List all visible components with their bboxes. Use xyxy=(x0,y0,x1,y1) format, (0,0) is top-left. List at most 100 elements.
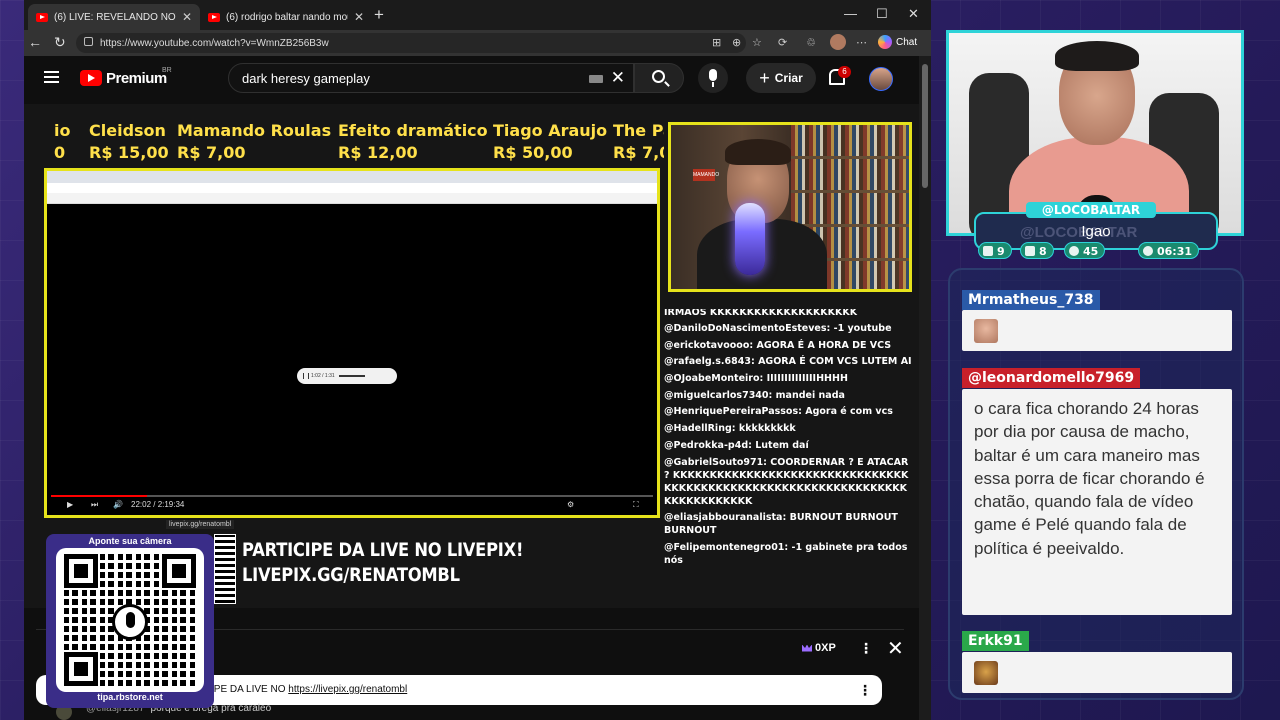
next-icon: ⏭ xyxy=(91,500,99,509)
chat-message: @HenriquePereiraPassos: Agora é com vcs xyxy=(664,406,893,418)
chat-menu-icon[interactable]: ⋮ xyxy=(859,640,873,657)
crown-icon xyxy=(802,644,812,652)
volume-icon: 🔊 xyxy=(113,500,123,509)
close-tab-icon[interactable]: ✕ xyxy=(354,10,364,24)
audio-time: 1:02 / 1:31 xyxy=(311,373,335,379)
chat-message: @DaniloDoNascimentoEsteves: -1 youtube xyxy=(664,323,892,334)
create-label: Criar xyxy=(774,71,803,85)
plus-icon: + xyxy=(759,67,770,88)
qr-url: tipa.rbstore.net xyxy=(97,692,163,702)
video-player[interactable]: io 0 Cleidson R$ 15,00 Mamando Roulas R$ 7,… xyxy=(24,104,919,608)
chat-message: @rafaelg.s.6843: AGORA É COM VCS LUTEM A… xyxy=(664,356,912,368)
chat-username: Mrmatheus_738 xyxy=(962,290,1100,310)
clock-icon xyxy=(1143,246,1153,256)
donor-item: Cleidson R$ 15,00 xyxy=(89,121,169,162)
chat-message: @eliasjabbouranalista: BURNOUT BURNOUT B… xyxy=(664,512,898,537)
pinned-menu-icon[interactable]: ⋮ xyxy=(858,675,872,705)
youtube-logo-icon[interactable] xyxy=(80,70,102,86)
chat-bubble xyxy=(962,652,1232,693)
menu-icon[interactable] xyxy=(44,71,59,83)
clear-search-icon[interactable]: ✕ xyxy=(611,68,625,88)
chat-text: o cara fica chorando 24 horas por dia po… xyxy=(974,399,1205,558)
audio-player: 1:02 / 1:31 xyxy=(297,368,397,384)
microphone-icon xyxy=(112,604,148,640)
donor-item: io 0 xyxy=(54,121,71,162)
youtube-brand[interactable]: Premium xyxy=(106,70,167,87)
webcam-sign: MAMANDO xyxy=(693,169,719,181)
guest-name: Igao xyxy=(1081,223,1111,240)
audio-progress xyxy=(339,375,365,377)
zoom-icon[interactable]: ⊕ xyxy=(732,36,741,49)
tab-title: (6) rodrigo baltar nando moura se xyxy=(226,11,348,23)
stream-chat-overlay: IRMÃOS KKKKKKKKKKKKKKKKKKKK @DaniloDoNas… xyxy=(664,309,914,599)
extensions-icon[interactable]: ⟳ xyxy=(778,36,787,49)
notification-count: 6 xyxy=(838,66,851,78)
emote-icon xyxy=(974,319,998,343)
chat-username: Erkk91 xyxy=(962,631,1029,651)
livepix-qr-strip xyxy=(214,534,236,604)
xp-label: 0XP xyxy=(815,642,836,654)
url-text: https://www.youtube.com/watch?v=WmnZB256… xyxy=(100,37,329,49)
livepix-line1: PARTICIPE DA LIVE NO LIVEPIX! xyxy=(242,539,524,561)
search-input[interactable]: dark heresy gameplay ✕ xyxy=(228,63,634,93)
keyboard-icon[interactable] xyxy=(589,75,603,83)
chat-bubble xyxy=(962,310,1232,351)
twitch-icon xyxy=(983,246,993,256)
pinned-link[interactable]: https://livepix.gg/renatombl xyxy=(288,684,407,695)
url-input[interactable]: https://www.youtube.com/watch?v=WmnZB256… xyxy=(76,33,746,53)
player-time: 22:02 / 2:19:34 xyxy=(131,500,185,509)
livepix-banner: PARTICIPE DA LIVE NO LIVEPIX! LIVEPIX.GG… xyxy=(242,538,523,588)
inner-bookmarks-bar xyxy=(47,193,657,204)
shared-screen: 1:02 / 1:31 ▶ ⏭ 🔊 22:02 / 2:19:34 ⚙ ⛶ xyxy=(44,168,660,518)
youtube-header: Premium BR dark heresy gameplay ✕ + Cria… xyxy=(24,56,919,102)
search-button[interactable] xyxy=(634,63,684,93)
collections-icon[interactable]: ♲ xyxy=(806,36,816,49)
tab-title: (6) LIVE: REVELANDO NOVOS ÁUDIOS xyxy=(54,11,176,23)
reload-icon[interactable]: ↻ xyxy=(54,34,66,51)
back-icon[interactable]: ← xyxy=(28,34,42,50)
tab-bar: (6) LIVE: REVELANDO NOVOS ÁUDIOS ✕ (6) r… xyxy=(24,0,931,30)
close-tab-icon[interactable]: ✕ xyxy=(182,10,192,24)
donor-item: Mamando Roulas R$ 7,00 xyxy=(177,121,332,162)
chat-message: @HadellRing: kkkkkkkkk xyxy=(664,423,796,435)
qr-card: Aponte sua câmera tipa.rbstore.net xyxy=(46,534,214,708)
copilot-icon xyxy=(878,35,892,49)
create-button[interactable]: + Criar xyxy=(746,63,816,93)
fullscreen-icon: ⛶ xyxy=(633,500,639,509)
copilot-chat-button[interactable]: Chat xyxy=(878,35,917,49)
more-icon[interactable]: ⋯ xyxy=(856,36,867,49)
profile-avatar[interactable] xyxy=(869,67,893,91)
chat-message: @Felipemontenegro01: -1 gabinete pra tod… xyxy=(664,541,908,566)
livepix-url-tag: livepix.gg/renatombl xyxy=(166,520,235,529)
favorite-icon[interactable]: ☆ xyxy=(752,36,762,49)
minimize-icon[interactable]: — xyxy=(844,6,857,21)
qr-code xyxy=(56,548,204,692)
xp-badge[interactable]: 0XP xyxy=(802,642,836,654)
close-chat-icon[interactable]: ✕ xyxy=(887,636,904,661)
browser-profile-avatar[interactable] xyxy=(830,34,846,50)
maximize-icon[interactable]: ☐ xyxy=(876,6,888,22)
new-tab-icon[interactable]: + xyxy=(374,5,384,25)
search-icon xyxy=(652,70,665,83)
streamer-webcam: MAMANDO xyxy=(668,122,912,292)
close-window-icon[interactable]: ✕ xyxy=(908,6,919,22)
app-icon[interactable]: ⊞ xyxy=(712,36,721,49)
chat-message: @Pedrokka-p4d: Lutem daí xyxy=(664,439,809,451)
livepix-line2: LIVEPIX.GG/RENATOMBL xyxy=(242,564,460,586)
chat-bubble: o cara fica chorando 24 horas por dia po… xyxy=(962,389,1232,615)
guest-handle: @LOCOBALTAR xyxy=(1026,202,1156,218)
page-scrollbar[interactable] xyxy=(919,56,931,720)
voice-search-button[interactable] xyxy=(698,63,728,93)
inner-address-bar xyxy=(47,183,657,193)
youtube-tab-icon xyxy=(36,12,48,22)
tab-video[interactable]: (6) rodrigo baltar nando moura se ✕ xyxy=(200,4,372,30)
tab-live[interactable]: (6) LIVE: REVELANDO NOVOS ÁUDIOS ✕ xyxy=(28,4,200,30)
stat-twitch: 9 xyxy=(978,242,1012,259)
donor-item: The PaR$ 7,0 xyxy=(613,121,664,162)
emote-icon xyxy=(974,661,998,685)
chat-username: @leonardomello7969 xyxy=(962,368,1141,388)
stat-clock: 06:31 xyxy=(1138,242,1200,259)
chat-label: Chat xyxy=(896,36,918,48)
site-info-icon[interactable] xyxy=(84,37,93,46)
qr-label: Aponte sua câmera xyxy=(88,536,172,546)
